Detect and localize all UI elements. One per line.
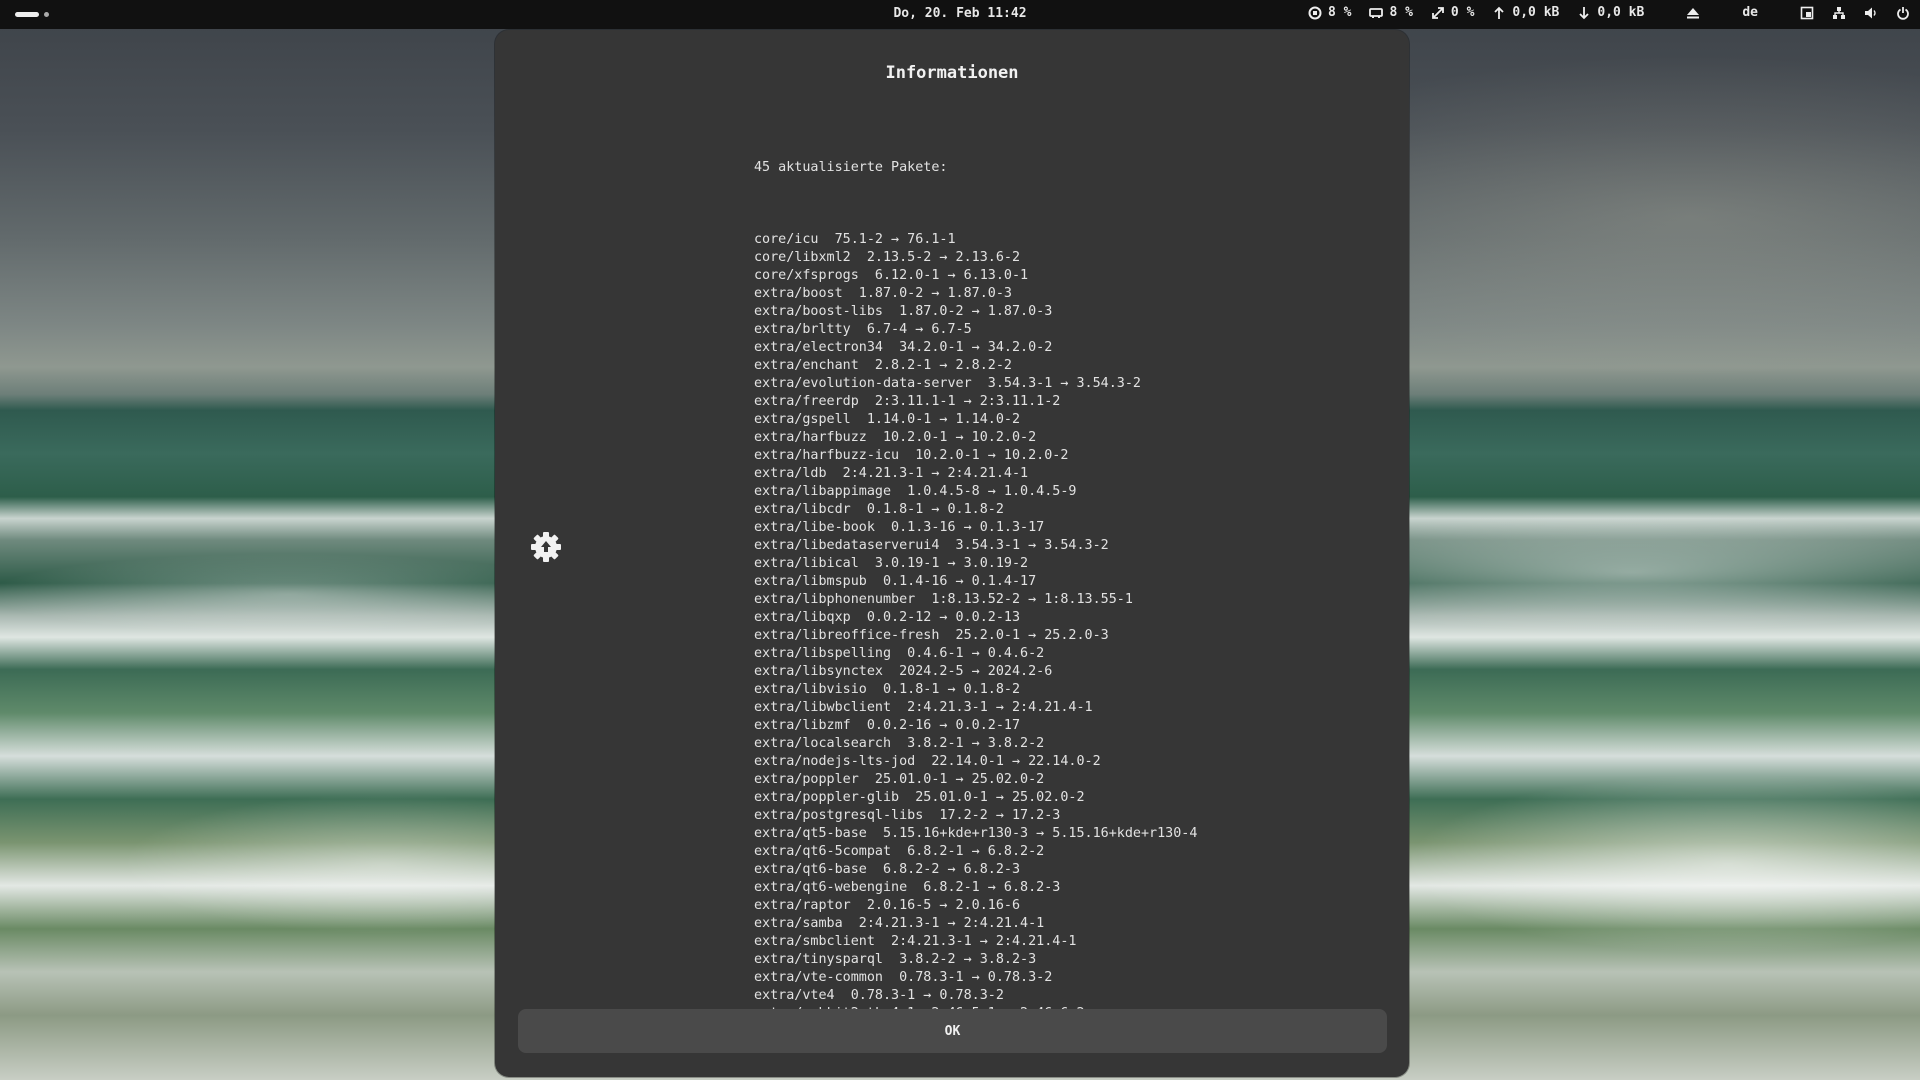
eject-icon	[1687, 7, 1700, 18]
package-entry: extra/libphonenumber 1:8.13.52-2 → 1:8.1…	[754, 592, 1133, 607]
package-entry: extra/libical 3.0.19-1 → 3.0.19-2	[754, 556, 1029, 571]
package-entry: extra/boost-libs 1.87.0-2 → 1.87.0-3	[754, 304, 1053, 319]
package-entry: extra/libvisio 0.1.8-1 → 0.1.8-2	[754, 682, 1021, 697]
package-entry: extra/nodejs-lts-jod 22.14.0-1 → 22.14.0…	[754, 754, 1101, 769]
top-panel: Do, 20. Feb 11:42 8 % 8 % 0 % 0,0 kB 0,0…	[0, 0, 1920, 29]
package-entry: extra/libspelling 0.4.6-1 → 0.4.6-2	[754, 646, 1045, 661]
power-icon	[1897, 6, 1909, 20]
cpu-icon	[1308, 6, 1322, 19]
swap-indicator[interactable]: 0 %	[1431, 5, 1474, 20]
package-entry: extra/vte4 0.78.3-1 → 0.78.3-2	[754, 988, 1004, 1003]
package-entry: extra/electron34 34.2.0-1 → 34.2.0-2	[754, 340, 1053, 355]
update-count-header: 45 aktualisierte Pakete:	[754, 160, 948, 175]
package-entry: extra/gspell 1.14.0-1 → 1.14.0-2	[754, 412, 1021, 427]
cpu-indicator[interactable]: 8 %	[1308, 5, 1351, 20]
package-entry: extra/libwbclient 2:4.21.3-1 → 2:4.21.4-…	[754, 700, 1093, 715]
window-indicator[interactable]	[1800, 6, 1814, 20]
package-entry: core/icu 75.1-2 → 76.1-1	[754, 232, 956, 247]
package-entry: extra/poppler-glib 25.01.0-1 → 25.02.0-2	[754, 790, 1085, 805]
package-entry: extra/evolution-data-server 3.54.3-1 → 3…	[754, 376, 1141, 391]
download-indicator[interactable]: 0,0 kB	[1577, 5, 1644, 20]
volume-indicator[interactable]	[1864, 6, 1878, 20]
update-list: 45 aktualisierte Pakete: core/icu 75.1-2…	[754, 123, 1314, 1077]
memory-value: 8 %	[1389, 5, 1413, 20]
package-entry: extra/localsearch 3.8.2-1 → 3.8.2-2	[754, 736, 1045, 751]
download-value: 0,0 kB	[1597, 5, 1645, 20]
ok-button[interactable]: OK	[518, 1009, 1387, 1053]
package-entry: extra/libzmf 0.0.2-16 → 0.0.2-17	[754, 718, 1021, 733]
package-entry: extra/libedataserverui4 3.54.3-1 → 3.54.…	[754, 538, 1109, 553]
package-entry: extra/freerdp 2:3.11.1-1 → 2:3.11.1-2	[754, 394, 1061, 409]
network-indicator[interactable]	[1832, 6, 1846, 20]
power-button[interactable]	[1896, 6, 1910, 20]
package-entry: extra/vte-common 0.78.3-1 → 0.78.3-2	[754, 970, 1053, 985]
upload-indicator[interactable]: 0,0 kB	[1492, 5, 1559, 20]
cpu-value: 8 %	[1327, 5, 1352, 20]
package-entry: extra/harfbuzz-icu 10.2.0-1 → 10.2.0-2	[754, 448, 1069, 463]
package-entry: extra/qt6-5compat 6.8.2-1 → 6.8.2-2	[754, 844, 1045, 859]
package-entry: extra/boost 1.87.0-2 → 1.87.0-3	[754, 286, 1012, 301]
package-entry: extra/libreoffice-fresh 25.2.0-1 → 25.2.…	[754, 628, 1109, 643]
package-entry: extra/postgresql-libs 17.2-2 → 17.2-3	[754, 808, 1061, 823]
package-entry: extra/libmspub 0.1.4-16 → 0.1.4-17	[754, 574, 1037, 589]
eject-button[interactable]	[1686, 6, 1700, 20]
keyboard-layout[interactable]: de	[1742, 5, 1758, 20]
package-entry: extra/raptor 2.0.16-5 → 2.0.16-6	[754, 898, 1021, 913]
package-entry: core/xfsprogs 6.12.0-1 → 6.13.0-1	[754, 268, 1029, 283]
dialog-title: Informationen	[885, 63, 1019, 83]
package-entry: extra/enchant 2.8.2-1 → 2.8.2-2	[754, 358, 1012, 373]
window-icon	[1800, 6, 1814, 19]
package-entry: extra/brltty 6.7-4 → 6.7-5	[754, 322, 972, 337]
download-arrow-icon	[1579, 6, 1590, 19]
package-entry: extra/libe-book 0.1.3-16 → 0.1.3-17	[754, 520, 1045, 535]
package-entry: extra/tinysparql 3.8.2-2 → 3.8.2-3	[754, 952, 1037, 967]
package-entry: extra/qt6-base 6.8.2-2 → 6.8.2-3	[754, 862, 1021, 877]
upload-value: 0,0 kB	[1512, 5, 1560, 20]
package-entry: extra/samba 2:4.21.3-1 → 2:4.21.4-1	[754, 916, 1045, 931]
swap-value: 0 %	[1450, 5, 1475, 20]
information-dialog: Informationen 45 aktualisierte Pakete: c…	[495, 30, 1409, 1077]
package-entry: extra/qt6-webengine 6.8.2-1 → 6.8.2-3	[754, 880, 1061, 895]
package-entry: extra/libcdr 0.1.8-1 → 0.1.8-2	[754, 502, 1004, 517]
memory-icon	[1369, 7, 1384, 18]
volume-icon	[1865, 7, 1876, 18]
package-entry: extra/smbclient 2:4.21.3-1 → 2:4.21.4-1	[754, 934, 1077, 949]
upload-arrow-icon	[1494, 6, 1505, 19]
package-entry: extra/qt5-base 5.15.16+kde+r130-3 → 5.15…	[754, 826, 1198, 841]
package-entry: extra/ldb 2:4.21.3-1 → 2:4.21.4-1	[754, 466, 1029, 481]
swap-icon	[1432, 6, 1444, 19]
package-entry: extra/libqxp 0.0.2-12 → 0.0.2-13	[754, 610, 1021, 625]
package-entry: extra/libappimage 1.0.4.5-8 → 1.0.4.5-9	[754, 484, 1077, 499]
package-list: core/icu 75.1-2 → 76.1-1 core/libxml2 2.1…	[754, 231, 1314, 1041]
system-tray: 8 % 8 % 0 % 0,0 kB 0,0 kB de	[1308, 5, 1910, 20]
update-gear-icon	[531, 532, 561, 562]
package-entry: extra/poppler 25.01.0-1 → 25.02.0-2	[754, 772, 1045, 787]
network-icon	[1833, 6, 1845, 19]
package-entry: extra/libsynctex 2024.2-5 → 2024.2-6	[754, 664, 1053, 679]
package-entry: core/libxml2 2.13.5-2 → 2.13.6-2	[754, 250, 1021, 265]
package-entry: extra/harfbuzz 10.2.0-1 → 10.2.0-2	[754, 430, 1037, 445]
memory-indicator[interactable]: 8 %	[1369, 5, 1413, 20]
